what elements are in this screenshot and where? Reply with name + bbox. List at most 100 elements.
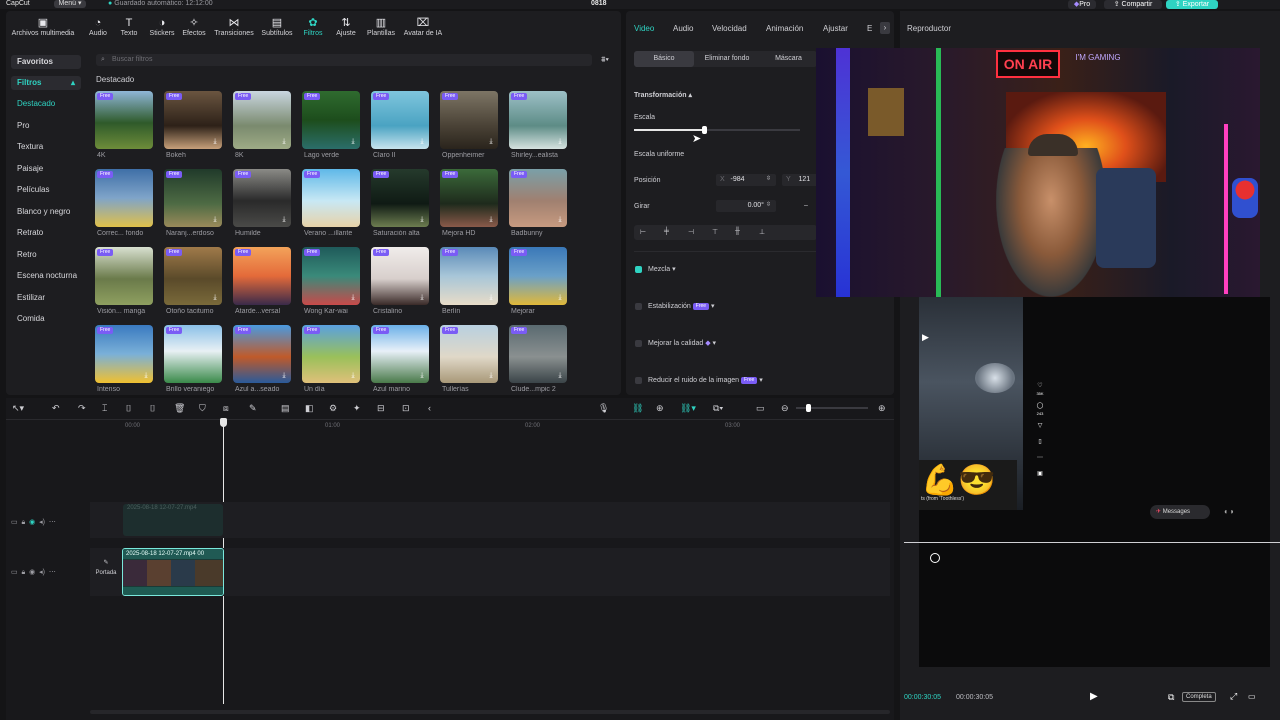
download-icon[interactable]: ⤓	[487, 216, 495, 224]
filter-thumbnail[interactable]: Free	[233, 247, 291, 305]
caption-icon[interactable]: ▭	[756, 403, 765, 414]
sidebar-item-escena-nocturna[interactable]: Escena nocturna	[11, 269, 81, 283]
webcam-overlay[interactable]: ON AIR I'M GAMING	[816, 48, 1260, 297]
main-clip[interactable]: 2025-08-18 12-07-27.mp4 00	[122, 548, 224, 596]
mezcla-label[interactable]: Mezcla ▾	[648, 265, 676, 273]
download-icon[interactable]: ⤓	[211, 138, 219, 146]
download-icon[interactable]: ⤓	[211, 294, 219, 302]
filter-thumbnail[interactable]: Free ⤓	[371, 247, 429, 305]
filter-thumbnail[interactable]: Free ⤓	[95, 325, 153, 383]
download-icon[interactable]: ⤓	[418, 372, 426, 380]
filter-thumbnail[interactable]: Free ⤓	[371, 325, 429, 383]
sidebar-item-retrato[interactable]: Retrato	[11, 226, 81, 240]
tab-avatar-de-ia[interactable]: ⌧ Avatar de IA	[402, 17, 444, 43]
tab-efectos[interactable]: ✧ Efectos	[180, 17, 208, 43]
align-center-h-icon[interactable]: ╪	[664, 228, 669, 235]
sidebar-item-comida[interactable]: Comida	[11, 312, 81, 326]
sidebar-item-pel-culas[interactable]: Películas	[11, 183, 81, 197]
minus-icon[interactable]: –	[804, 202, 808, 209]
link-icon[interactable]: ⛓	[632, 403, 643, 414]
filter-thumbnail[interactable]: Free ⤓	[302, 91, 360, 149]
denoise-checkbox[interactable]	[635, 377, 642, 384]
lock-icon[interactable]: 🔒︎	[22, 519, 26, 526]
bookmark-icon[interactable]: ▯	[1034, 438, 1046, 446]
sidebar-favoritos[interactable]: Favoritos	[11, 55, 81, 69]
split-left-icon[interactable]: ⌷	[126, 403, 131, 414]
enhance-label[interactable]: Mejorar la calidad ◆ ▾	[648, 339, 716, 347]
export-button[interactable]: ⇪ Exportar	[1166, 0, 1218, 9]
sidebar-item-pro[interactable]: Pro	[11, 119, 81, 133]
tab-transiciones[interactable]: ⋈ Transiciones	[213, 17, 255, 43]
mezcla-checkbox[interactable]	[635, 266, 642, 273]
sidebar-filtros[interactable]: Filtros ▴	[11, 76, 81, 90]
transform-heading[interactable]: Transformación ▴	[634, 91, 692, 99]
tab-archivos-multimedia[interactable]: ▣ Archivos multimedia	[9, 17, 77, 43]
download-icon[interactable]: ⤓	[418, 216, 426, 224]
timeline-scrollbar[interactable]	[90, 710, 890, 714]
zoom-in-icon[interactable]: ⊕	[878, 403, 886, 414]
filter-thumbnail[interactable]: Free ⤓	[440, 247, 498, 305]
redo-icon[interactable]: ↷	[78, 403, 86, 414]
filter-thumbnail[interactable]: Free ⤓	[509, 325, 567, 383]
download-icon[interactable]: ⤓	[280, 216, 288, 224]
download-icon[interactable]: ⤓	[556, 372, 564, 380]
sidebar-item-textura[interactable]: Textura	[11, 140, 81, 154]
filter-thumbnail[interactable]: Free ⤓	[509, 169, 567, 227]
screen-icon[interactable]: ▤	[281, 403, 290, 414]
align-left-icon[interactable]: ⊢	[640, 228, 646, 236]
preview-icon[interactable]: ⧉▾	[713, 403, 723, 414]
menu-button[interactable]: Menú ▾	[54, 0, 86, 8]
play-button[interactable]: ▶	[1090, 691, 1098, 702]
download-icon[interactable]: ⤓	[556, 294, 564, 302]
download-icon[interactable]: ⤓	[349, 138, 357, 146]
snap-icon[interactable]: ⊕	[656, 403, 664, 414]
sidebar-item-paisaje[interactable]: Paisaje	[11, 162, 81, 176]
denoise-label[interactable]: Reducir el ruido de la imagen Free ▾	[648, 376, 763, 384]
split-right-icon[interactable]: ⌷	[150, 403, 155, 414]
zoom-slider[interactable]	[796, 404, 868, 412]
subtab-m-scara[interactable]: Máscara	[760, 51, 817, 67]
cover-button[interactable]: ✎ Portada	[91, 550, 121, 584]
filter-thumbnail[interactable]: Free ⤓	[440, 91, 498, 149]
pro-button[interactable]: ◆Pro	[1068, 0, 1096, 9]
filter-thumbnail[interactable]: Free	[95, 247, 153, 305]
image-icon[interactable]: ⊡	[402, 403, 410, 414]
filter-thumbnail[interactable]: Free ⤓	[440, 325, 498, 383]
split-icon[interactable]: ⌶	[102, 403, 107, 414]
tab-subt-tulos[interactable]: ▤ Subtítulos	[259, 17, 295, 43]
stabilize-checkbox[interactable]	[635, 303, 642, 310]
collapse-icon[interactable]: ‹	[428, 403, 431, 413]
enhance-checkbox[interactable]	[635, 340, 642, 347]
filter-thumbnail[interactable]: Free	[302, 169, 360, 227]
subtitle-icon[interactable]: ⊟	[377, 403, 385, 414]
tab-plantillas[interactable]: ▥ Plantillas	[364, 17, 398, 43]
expand-icon[interactable]: ⤢	[1230, 691, 1237, 702]
mirror-icon[interactable]: ◧	[305, 403, 314, 414]
download-icon[interactable]: ⤓	[556, 138, 564, 146]
heart-icon[interactable]: ♡	[1034, 382, 1046, 390]
download-icon[interactable]: ⤓	[142, 372, 150, 380]
tab-ajuste[interactable]: ⇅ Ajuste	[334, 17, 358, 43]
share-icon[interactable]: ▽	[1034, 422, 1046, 430]
fullscreen-crop-icon[interactable]: ⧉	[1168, 692, 1174, 703]
filter-thumbnail[interactable]: Free ⤓	[509, 91, 567, 149]
record-icon[interactable]	[930, 553, 940, 563]
tab-video[interactable]: Video	[634, 24, 654, 33]
eye-icon[interactable]: ◉	[29, 519, 35, 526]
download-icon[interactable]: ⤓	[487, 372, 495, 380]
filter-thumbnail[interactable]: Free	[164, 325, 222, 383]
sidebar-item-destacado[interactable]: Destacado	[11, 97, 81, 111]
tab-filtros[interactable]: ✿ Filtros	[301, 17, 325, 43]
filter-thumbnail[interactable]: Free	[95, 169, 153, 227]
zoom-out-icon[interactable]: ⊖	[781, 403, 789, 414]
stepper-icon[interactable]: ⇳	[766, 201, 771, 208]
scale-slider-track[interactable]	[634, 126, 800, 134]
undo-icon[interactable]: ↶	[52, 403, 60, 414]
sidebar-item-estilizar[interactable]: Estilizar	[11, 291, 81, 305]
tab-audio[interactable]: ◔ Audio	[86, 17, 110, 43]
align-center-v-icon[interactable]: ╫	[735, 228, 740, 235]
filter-sort-button[interactable]: ⩩▾	[594, 54, 616, 66]
download-icon[interactable]: ⤓	[487, 294, 495, 302]
filter-thumbnail[interactable]: Free ⤓	[164, 91, 222, 149]
playhead-handle[interactable]	[220, 418, 227, 427]
